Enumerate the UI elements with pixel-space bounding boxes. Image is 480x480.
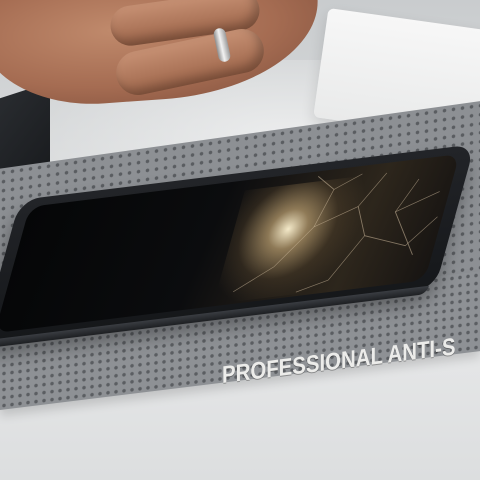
photo-scene: PROFESSIONAL ANTI-S xyxy=(0,0,480,480)
